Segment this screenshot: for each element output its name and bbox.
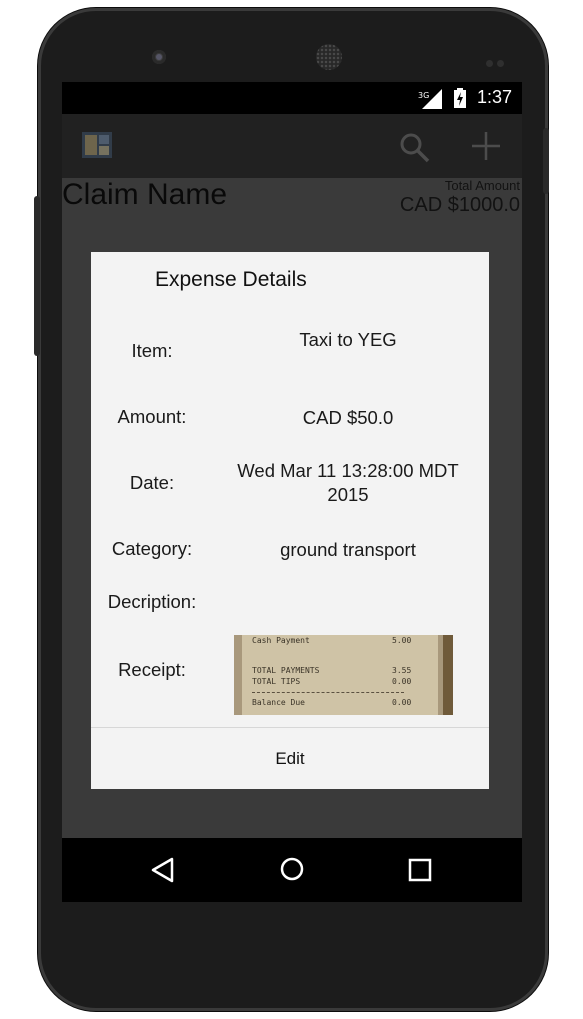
- battery-icon: [454, 88, 466, 108]
- receipt-image[interactable]: Cash Payment 5.00 TOTAL PAYMENTS 3.55 TO…: [234, 635, 453, 715]
- navigation-bar: [62, 838, 522, 902]
- item-value: Taxi to YEG: [299, 329, 397, 350]
- category-value: ground transport: [280, 539, 416, 560]
- expense-details-dialog: Expense Details Item: Taxi to YEG Amount…: [91, 252, 489, 789]
- front-camera: [152, 50, 166, 64]
- screen: 3G 1:37 Claim Name Total Amount CAD $100…: [62, 82, 522, 902]
- earpiece-speaker: [316, 44, 342, 70]
- network-type: 3G: [418, 91, 429, 100]
- receipt-line: 0.00: [392, 677, 412, 686]
- receipt-line: 0.00: [392, 698, 412, 707]
- receipt-line: Cash Payment: [252, 636, 310, 645]
- receipt-line: 5.00: [392, 636, 412, 645]
- description-label: Decription:: [107, 591, 197, 612]
- home-icon[interactable]: [279, 856, 305, 882]
- receipt-line: TOTAL PAYMENTS: [252, 666, 320, 675]
- status-bar: 3G 1:37: [62, 82, 522, 114]
- receipt-label: Receipt:: [118, 659, 186, 680]
- amount-value: CAD $50.0: [302, 407, 394, 428]
- edit-button[interactable]: Edit: [91, 728, 489, 789]
- item-label: Item:: [131, 340, 173, 361]
- category-label: Category:: [111, 538, 193, 559]
- recent-apps-icon[interactable]: [408, 858, 432, 882]
- receipt-line: 3.55: [392, 666, 412, 675]
- date-value: Wed Mar 11 13:28:00 MDT 2015: [237, 460, 459, 505]
- power-button: [543, 128, 549, 194]
- dialog-title: Expense Details: [155, 268, 307, 291]
- signal-icon: 3G: [418, 89, 442, 109]
- receipt-line: TOTAL TIPS: [252, 677, 301, 686]
- volume-button: [34, 196, 40, 356]
- date-label: Date:: [129, 472, 175, 493]
- receipt-line: Balance Due: [252, 698, 305, 707]
- app-content: Claim Name Total Amount CAD $1000.0 Expe…: [62, 114, 522, 838]
- back-icon[interactable]: [150, 857, 176, 883]
- proximity-sensors: [486, 52, 510, 67]
- clock: 1:37: [476, 87, 512, 107]
- amount-label: Amount:: [117, 406, 187, 427]
